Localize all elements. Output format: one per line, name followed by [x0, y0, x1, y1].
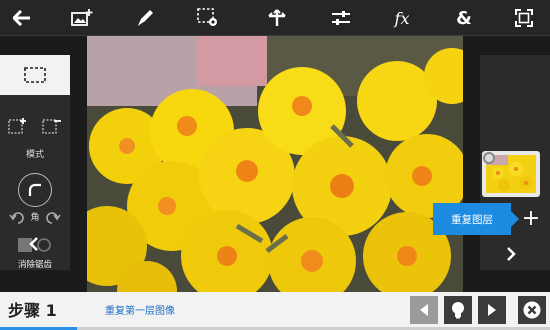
- collapse-left-icon[interactable]: [28, 236, 40, 252]
- effects-icon[interactable]: fx: [382, 0, 422, 36]
- close-icon: [523, 301, 541, 319]
- previous-step-button[interactable]: [410, 296, 438, 324]
- marquee-icon: [24, 67, 46, 83]
- back-arrow-icon[interactable]: [2, 0, 42, 36]
- layer-visibility-icon[interactable]: [483, 152, 495, 164]
- antialias-toggle[interactable]: 消除锯齿: [0, 236, 70, 270]
- top-toolbar: fx &: [0, 0, 550, 36]
- blend-label: &: [456, 7, 472, 29]
- close-tutorial-button[interactable]: [518, 296, 546, 324]
- transform-icon[interactable]: [257, 0, 297, 36]
- blend-icon[interactable]: &: [444, 0, 484, 36]
- lightbulb-icon: [452, 302, 464, 319]
- image-canvas[interactable]: [87, 36, 463, 292]
- corner-button[interactable]: [18, 173, 52, 207]
- antialias-label: 消除锯齿: [17, 260, 52, 270]
- rounded-corner-icon: [28, 183, 41, 196]
- adjustments-icon[interactable]: [321, 0, 361, 36]
- step-description[interactable]: 重复第一层图像: [105, 302, 175, 317]
- triangle-left-icon: [420, 304, 428, 316]
- tutorial-bar: 步骤 1 重复第一层图像: [0, 292, 550, 330]
- duplicate-layer-tooltip: 重复图层: [433, 203, 519, 235]
- add-selection-icon[interactable]: [8, 117, 28, 139]
- next-step-button[interactable]: [478, 296, 506, 324]
- subtract-selection-icon[interactable]: [42, 117, 62, 139]
- effects-label: fx: [394, 8, 410, 28]
- triangle-right-icon: [488, 304, 496, 316]
- mode-row: [0, 117, 70, 139]
- step-label: 步骤 1: [8, 301, 57, 320]
- fullscreen-icon[interactable]: [504, 0, 544, 36]
- expand-right-icon[interactable]: [505, 246, 517, 262]
- selection-settings-icon[interactable]: [188, 0, 228, 36]
- selection-panel: 模式 角 消除锯齿: [0, 55, 70, 270]
- redo-icon[interactable]: [45, 210, 61, 229]
- brush-icon[interactable]: [125, 0, 165, 36]
- hint-button[interactable]: [444, 296, 472, 324]
- marquee-select-tool[interactable]: [0, 55, 70, 95]
- add-image-icon[interactable]: [62, 0, 102, 36]
- add-layer-button[interactable]: +: [519, 207, 543, 231]
- mode-label: 模式: [25, 150, 44, 160]
